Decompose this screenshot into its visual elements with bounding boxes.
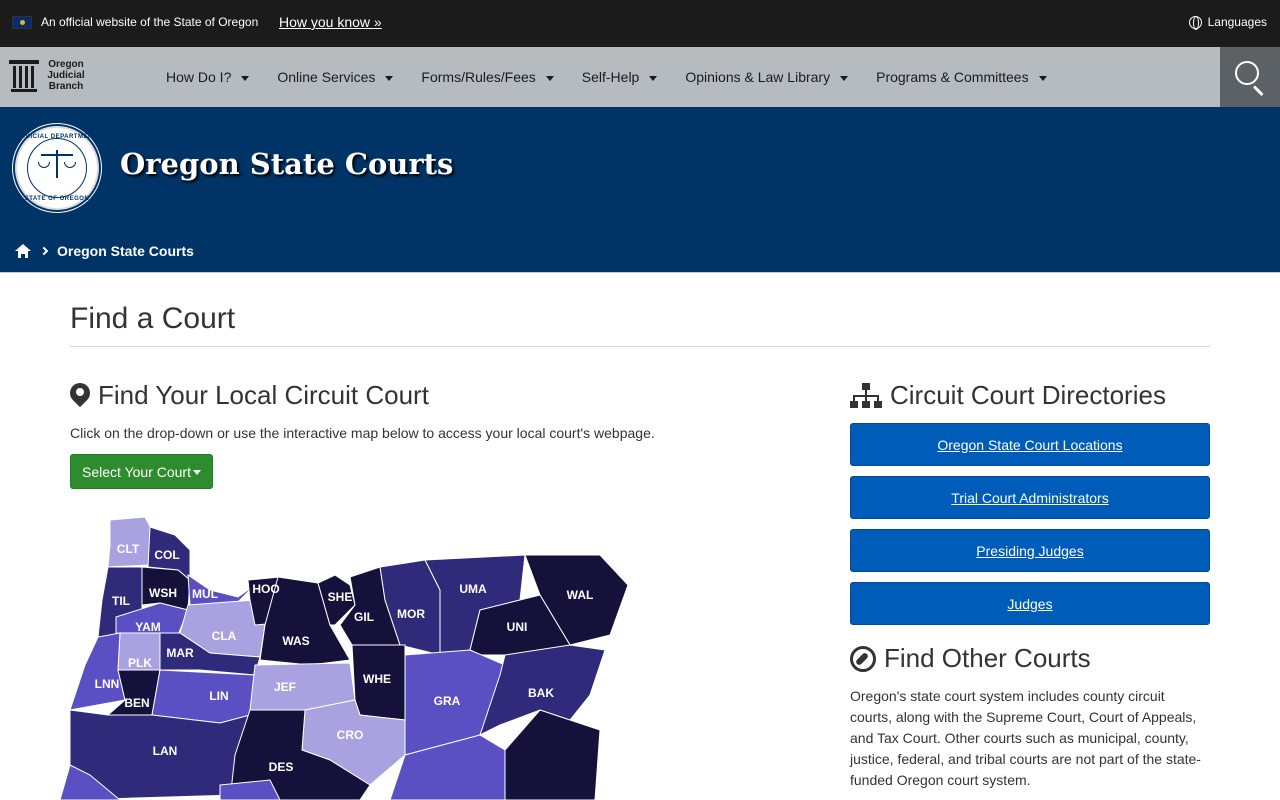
site-title[interactable]: Oregon State Courts [120, 147, 453, 181]
court-locations-button[interactable]: Oregon State Court Locations [850, 423, 1210, 466]
other-courts-heading: Find Other Courts [850, 643, 1091, 674]
label-des: DES [269, 760, 294, 774]
label-wal: WAL [567, 588, 594, 602]
caret-down-icon [545, 75, 554, 81]
main-nav: Oregon Judicial Branch How Do I? Online … [0, 47, 1280, 107]
county-lin[interactable] [151, 669, 256, 724]
search-button[interactable] [1220, 47, 1280, 107]
caret-down-icon [241, 75, 250, 81]
nav-opinions-law-library[interactable]: Opinions & Law Library [671, 47, 862, 107]
label-mul: MUL [192, 587, 218, 601]
label-mor: MOR [397, 607, 425, 621]
map-marker-icon [65, 378, 95, 409]
label-plk: PLK [128, 656, 152, 670]
label-cla: CLA [212, 629, 237, 643]
label-was: WAS [282, 634, 309, 648]
official-banner: An official website of the State of Oreg… [0, 0, 1280, 47]
label-bak: BAK [528, 686, 554, 700]
local-court-intro: Click on the drop-down or use the intera… [70, 425, 655, 441]
search-icon [1235, 61, 1259, 85]
breadcrumb: Oregon State Courts [15, 243, 194, 259]
label-cro: CRO [337, 728, 364, 742]
label-lnn: LNN [95, 677, 120, 691]
how-you-know-link[interactable]: How you know » [279, 14, 382, 30]
chevron-right-icon [39, 246, 49, 256]
caret-down-icon [385, 75, 394, 81]
caret-down-icon [649, 75, 658, 81]
label-gil: GIL [354, 610, 374, 624]
compass-icon [850, 645, 876, 672]
label-hoo: HOO [252, 582, 279, 596]
label-clt: CLT [117, 542, 140, 556]
other-courts-text: Oregon's state court system includes cou… [850, 688, 1201, 788]
nav-online-services[interactable]: Online Services [263, 47, 407, 107]
home-icon[interactable] [15, 244, 31, 258]
label-lan: LAN [153, 744, 178, 758]
presiding-judges-button[interactable]: Presiding Judges [850, 529, 1210, 572]
judicial-seal-icon[interactable]: JUDICIAL DEPARTMENT STATE OF OREGON [15, 126, 99, 210]
official-site-text: An official website of the State of Oreg… [41, 15, 259, 29]
label-lin: LIN [209, 689, 228, 703]
oregon-county-map: CLT COL WSH MUL HOO SHE GIL MOR UMA WAL … [60, 505, 640, 800]
nav-how-do-i[interactable]: How Do I? [152, 47, 263, 107]
sitemap-icon [850, 382, 882, 409]
label-jef: JEF [274, 680, 296, 694]
trial-court-admins-button[interactable]: Trial Court Administrators [850, 476, 1210, 519]
breadcrumb-current: Oregon State Courts [57, 243, 194, 259]
nav-self-help[interactable]: Self-Help [568, 47, 672, 107]
languages-button[interactable]: Languages [1188, 15, 1267, 30]
caret-down-icon [192, 470, 201, 475]
pillars-icon [9, 60, 39, 92]
divider [70, 346, 1210, 347]
caret-down-icon [1038, 75, 1047, 81]
label-yam: YAM [135, 620, 161, 634]
label-ben: BEN [124, 696, 149, 710]
local-court-heading: Find Your Local Circuit Court [65, 378, 429, 411]
label-gra: GRA [434, 694, 461, 708]
directories-heading: Circuit Court Directories [850, 380, 1166, 411]
nav-programs-committees[interactable]: Programs & Committees [862, 47, 1060, 107]
label-uni: UNI [507, 620, 528, 634]
label-mar: MAR [166, 646, 194, 660]
caret-down-icon [840, 75, 849, 81]
languages-label: Languages [1207, 15, 1267, 29]
site-header: JUDICIAL DEPARTMENT STATE OF OREGON Oreg… [0, 107, 1280, 273]
label-wsh: WSH [149, 586, 177, 600]
globe-icon [1188, 15, 1202, 30]
logo-text: Oregon Judicial Branch [47, 59, 85, 92]
nav-forms-rules-fees[interactable]: Forms/Rules/Fees [407, 47, 567, 107]
page-title: Find a Court [70, 302, 236, 335]
label-uma: UMA [459, 582, 487, 596]
judges-button[interactable]: Judges [850, 582, 1210, 625]
label-til: TIL [112, 594, 130, 608]
label-col: COL [154, 548, 179, 562]
select-court-dropdown[interactable]: Select Your Court [70, 454, 213, 489]
county-mal[interactable] [504, 709, 601, 800]
ojb-logo[interactable]: Oregon Judicial Branch [9, 57, 89, 97]
oregon-flag-icon [12, 16, 32, 29]
label-whe: WHE [363, 672, 391, 686]
label-she: SHE [328, 590, 353, 604]
county-lnn[interactable] [69, 632, 126, 711]
